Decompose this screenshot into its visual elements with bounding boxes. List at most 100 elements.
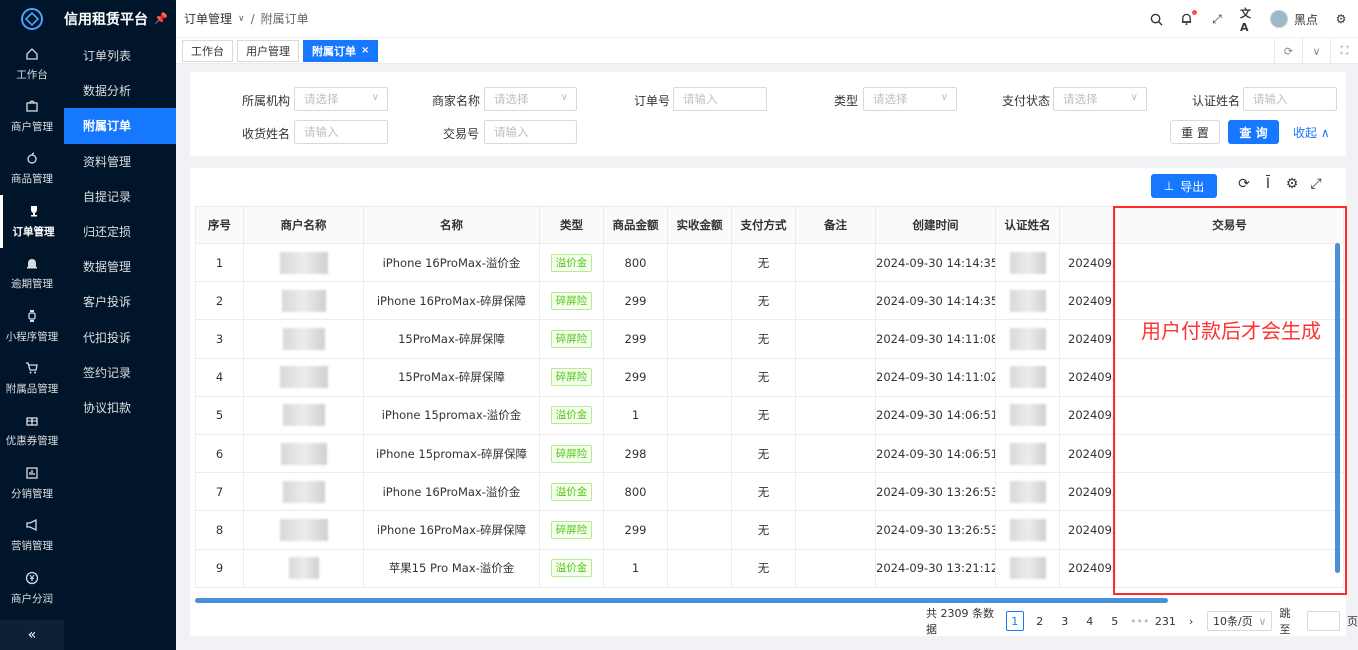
- column-header[interactable]: 创建时间: [875, 206, 996, 244]
- cell-pay-method: 无: [731, 319, 796, 359]
- jump-page-input[interactable]: [1306, 611, 1340, 631]
- rail-item[interactable]: 分销管理: [0, 457, 64, 509]
- query-button[interactable]: 查 询: [1228, 120, 1279, 144]
- pin-icon[interactable]: 📌: [154, 12, 168, 25]
- cell-type: 溢价金: [539, 242, 604, 283]
- auth-name-input[interactable]: 请输入: [1243, 87, 1337, 111]
- pay-status-select[interactable]: 请选择 ∨: [1053, 87, 1147, 111]
- cell-auth-name: [995, 357, 1060, 397]
- refresh-icon[interactable]: ⟳: [1274, 38, 1302, 64]
- rail-item[interactable]: 商户分润: [0, 562, 64, 614]
- horizontal-scrollbar[interactable]: [195, 598, 1168, 603]
- rail-item[interactable]: 逾期管理: [0, 248, 64, 300]
- cell-index: 8: [195, 510, 244, 550]
- next-page-icon[interactable]: ›: [1182, 611, 1200, 631]
- cell-pay-method: 无: [731, 242, 796, 283]
- column-header[interactable]: 商户名称: [243, 206, 364, 244]
- type-tag: 碎屏险: [550, 291, 593, 310]
- column-header[interactable]: 名称: [363, 206, 540, 244]
- column-header[interactable]: 支付方式: [731, 206, 796, 244]
- collapse-label: 收起: [1293, 126, 1318, 140]
- page-last[interactable]: 231: [1155, 611, 1176, 631]
- column-header[interactable]: 认证姓名: [995, 206, 1060, 244]
- cell-merchant-name: [243, 357, 364, 397]
- close-icon[interactable]: ×: [361, 45, 369, 56]
- rail-item[interactable]: 商户管理: [0, 90, 64, 142]
- column-header[interactable]: 类型: [539, 206, 604, 244]
- rail-item-label: 商户分润: [11, 592, 53, 605]
- gift-icon: [25, 413, 39, 430]
- chevron-down-icon[interactable]: ∨: [238, 14, 245, 24]
- page-3[interactable]: 3: [1056, 611, 1074, 631]
- gear-icon[interactable]: ⚙: [1334, 12, 1348, 26]
- megaphone-icon: [25, 518, 39, 535]
- cell-created-time: 2024-09-30 13:26:53: [875, 510, 996, 550]
- redacted-auth-name: [1009, 327, 1046, 350]
- column-header[interactable]: 序号: [195, 206, 244, 244]
- submenu-item[interactable]: 协议扣款: [64, 390, 176, 425]
- annotation-text: 用户付款后才会生成: [1141, 319, 1321, 343]
- column-header[interactable]: [1059, 206, 1116, 244]
- rail-item[interactable]: 营销管理: [0, 510, 64, 562]
- type-tag: 溢价金: [550, 559, 593, 578]
- submenu-item[interactable]: 签约记录: [64, 355, 176, 390]
- user-menu[interactable]: 黑点: [1269, 10, 1318, 28]
- page-ellipsis[interactable]: •••: [1130, 611, 1149, 631]
- bell-icon[interactable]: [1180, 10, 1197, 26]
- collapse-sidebar-icon[interactable]: «: [0, 620, 64, 650]
- export-button[interactable]: ⊥ 导出: [1151, 174, 1217, 198]
- merchant-select[interactable]: 请选择 ∨: [484, 87, 577, 111]
- page-size-select[interactable]: 10条/页 ∨: [1207, 611, 1273, 631]
- submenu-item[interactable]: 代扣投诉: [64, 320, 176, 355]
- refresh-icon[interactable]: ⟳: [1236, 175, 1252, 193]
- submenu-item[interactable]: 归还定损: [64, 214, 176, 249]
- submenu-item[interactable]: 客户投诉: [64, 284, 176, 319]
- rail-item[interactable]: 工作台: [0, 38, 64, 90]
- rail-item[interactable]: 附属品管理: [0, 352, 64, 404]
- settings-icon[interactable]: ⚙: [1284, 175, 1300, 193]
- page-size-value: 10条/页: [1213, 615, 1253, 628]
- translate-icon[interactable]: 文A: [1240, 7, 1254, 34]
- column-height-icon[interactable]: Ī: [1260, 175, 1276, 193]
- submenu-item[interactable]: 附属订单: [64, 108, 176, 144]
- breadcrumb-parent[interactable]: 订单管理: [184, 10, 232, 27]
- trade-no-input[interactable]: 请输入: [484, 120, 577, 144]
- search-icon[interactable]: [1150, 12, 1164, 26]
- receiver-input[interactable]: 请输入: [294, 120, 388, 144]
- rail-item-label: 优惠券管理: [5, 435, 59, 448]
- page-4[interactable]: 4: [1081, 611, 1099, 631]
- column-header[interactable]: 实收金额: [667, 206, 732, 244]
- merchant-label: 商家名称: [432, 94, 481, 108]
- submenu-item[interactable]: 数据分析: [64, 73, 176, 108]
- tab-attached-orders[interactable]: 附属订单 ×: [303, 39, 379, 62]
- submenu-item[interactable]: 订单列表: [64, 38, 176, 73]
- maximize-icon[interactable]: ⛶: [1330, 38, 1358, 64]
- redacted-auth-name: [1009, 404, 1046, 427]
- page-5[interactable]: 5: [1106, 611, 1124, 631]
- fullscreen-icon[interactable]: ⤢: [1308, 175, 1324, 193]
- page-2[interactable]: 2: [1031, 611, 1049, 631]
- collapse-filters-link[interactable]: 收起 ∧: [1293, 124, 1330, 141]
- org-select[interactable]: 请选择 ∨: [294, 87, 388, 111]
- cell-received: [667, 357, 732, 397]
- column-header[interactable]: 备注: [795, 206, 876, 244]
- type-select[interactable]: 请选择 ∨: [863, 87, 957, 111]
- order-no-input[interactable]: 请输入: [673, 87, 767, 111]
- column-header[interactable]: 商品金额: [603, 206, 668, 244]
- rail-item[interactable]: 优惠券管理: [0, 405, 64, 457]
- rail-item[interactable]: 订单管理: [0, 195, 64, 248]
- rail-item[interactable]: 商品管理: [0, 143, 64, 195]
- fullscreen-icon[interactable]: ⤢: [1210, 12, 1224, 26]
- submenu-item[interactable]: 资料管理: [64, 144, 176, 179]
- rail-item[interactable]: 小程序管理: [0, 300, 64, 352]
- logo-icon[interactable]: [0, 0, 64, 38]
- submenu-item[interactable]: 数据管理: [64, 249, 176, 284]
- reset-button[interactable]: 重 置: [1170, 120, 1220, 144]
- top-header: 订单管理 ∨ / 附属订单 ⤢ 文A 黑点 ⚙: [176, 0, 1358, 38]
- submenu-item[interactable]: 自提记录: [64, 179, 176, 214]
- tab-workbench[interactable]: 工作台: [182, 39, 233, 62]
- cell-order-prefix: 2024093: [1059, 548, 1116, 588]
- tab-user-management[interactable]: 用户管理: [237, 39, 299, 62]
- chevron-down-icon[interactable]: ∨: [1302, 38, 1330, 64]
- page-1[interactable]: 1: [1005, 611, 1024, 631]
